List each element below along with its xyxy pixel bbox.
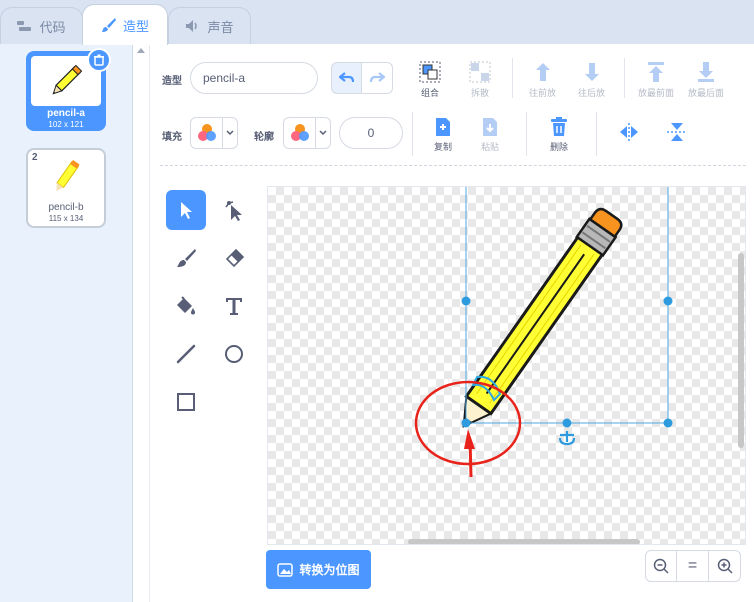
eraser-icon bbox=[225, 248, 245, 268]
paste-button[interactable]: 粘贴 bbox=[480, 116, 500, 153]
costume-item-pencil-b[interactable]: 2 pencil-b 115 x 134 bbox=[26, 148, 106, 228]
eraser-tool[interactable] bbox=[214, 238, 254, 278]
line-tool[interactable] bbox=[166, 334, 206, 374]
costume-name-input[interactable]: pencil-a bbox=[190, 62, 318, 94]
divider bbox=[512, 58, 513, 98]
zoom-in-icon bbox=[717, 558, 733, 574]
flip-horizontal-icon bbox=[620, 123, 638, 141]
circle-icon bbox=[225, 345, 243, 363]
trash-icon bbox=[94, 54, 104, 66]
paste-icon bbox=[483, 118, 497, 136]
flip-horizontal-button[interactable] bbox=[618, 122, 640, 142]
group-button[interactable]: 组合 bbox=[418, 60, 442, 99]
arrow-bottom-icon bbox=[698, 62, 714, 82]
zoom-out-button[interactable] bbox=[645, 550, 677, 582]
copy-icon bbox=[436, 118, 450, 136]
zoom-reset-button[interactable]: = bbox=[677, 550, 709, 582]
drawing-canvas[interactable] bbox=[267, 186, 746, 545]
delete-button[interactable]: 删除 bbox=[549, 116, 569, 153]
tab-code[interactable]: 代码 bbox=[0, 7, 83, 44]
code-icon bbox=[17, 20, 33, 32]
chevron-down-icon bbox=[319, 130, 327, 136]
paint-editor: 造型 pencil-a 组合 拆散 往前放 往后放 放最前面 放最后面 填充 轮… bbox=[150, 44, 754, 602]
undo-button[interactable] bbox=[331, 62, 362, 94]
costume-name: pencil-b bbox=[48, 202, 84, 213]
outline-label: 轮廓 bbox=[254, 132, 274, 143]
fill-tool[interactable] bbox=[166, 286, 206, 326]
tab-sounds[interactable]: 声音 bbox=[168, 7, 251, 44]
costume-list-scrollbar[interactable] bbox=[133, 44, 150, 602]
pencil-thumbnail-icon bbox=[56, 159, 80, 191]
arrow-top-icon bbox=[648, 62, 664, 82]
canvas-vertical-scrollbar[interactable] bbox=[738, 253, 744, 448]
fill-bucket-icon bbox=[177, 296, 195, 315]
select-tool[interactable] bbox=[166, 190, 206, 230]
ungroup-button[interactable]: 拆散 bbox=[468, 60, 492, 99]
undo-icon bbox=[338, 72, 354, 83]
rectangle-tool[interactable] bbox=[166, 382, 206, 422]
fill-color-picker[interactable] bbox=[190, 117, 238, 149]
front-button[interactable]: 放最前面 bbox=[638, 60, 674, 99]
fill-label: 填充 bbox=[162, 132, 182, 143]
rectangle-icon bbox=[177, 393, 195, 411]
delete-costume-button[interactable] bbox=[87, 48, 111, 72]
flip-vertical-icon bbox=[667, 123, 687, 141]
divider bbox=[596, 112, 597, 156]
toolbar-divider bbox=[160, 165, 746, 166]
text-icon bbox=[226, 298, 242, 315]
costume-size: 102 x 121 bbox=[48, 120, 84, 129]
redo-button[interactable] bbox=[362, 62, 393, 94]
divider bbox=[624, 58, 625, 98]
canvas-horizontal-scrollbar[interactable] bbox=[408, 539, 640, 544]
costume-item-pencil-a[interactable]: 1 pencil-a 102 x 121 bbox=[26, 48, 111, 131]
image-icon bbox=[277, 562, 294, 577]
brush-tool[interactable] bbox=[166, 238, 206, 278]
group-icon bbox=[419, 61, 441, 83]
costume-name: pencil-a bbox=[47, 108, 85, 119]
redo-icon bbox=[369, 72, 385, 83]
divider bbox=[412, 112, 413, 156]
color-swatch-icon bbox=[284, 118, 316, 148]
divider bbox=[526, 112, 527, 156]
speaker-icon bbox=[185, 19, 201, 33]
pencil-thumbnail-icon bbox=[52, 64, 83, 95]
arrow-down-icon bbox=[584, 63, 599, 81]
reshape-tool[interactable] bbox=[214, 190, 254, 230]
reshape-icon bbox=[225, 201, 242, 221]
copy-button[interactable]: 复制 bbox=[433, 116, 453, 153]
outline-color-picker[interactable] bbox=[283, 117, 331, 149]
flip-vertical-button[interactable] bbox=[666, 122, 688, 142]
convert-to-bitmap-button[interactable]: 转换为位图 bbox=[266, 550, 371, 589]
paintbrush-icon bbox=[101, 17, 117, 33]
costume-name-label: 造型 bbox=[162, 76, 182, 87]
arrow-up-icon bbox=[535, 63, 550, 81]
back-button[interactable]: 放最后面 bbox=[688, 60, 724, 99]
tab-costumes[interactable]: 造型 bbox=[82, 4, 168, 45]
costume-size: 115 x 134 bbox=[48, 214, 84, 223]
color-swatch-icon bbox=[191, 118, 223, 148]
undo-redo-group bbox=[331, 62, 393, 94]
ungroup-icon bbox=[469, 61, 491, 83]
backward-button[interactable]: 往后放 bbox=[578, 60, 605, 99]
outline-width-input[interactable]: 0 bbox=[339, 117, 403, 149]
text-tool[interactable] bbox=[214, 286, 254, 326]
trash-icon bbox=[551, 117, 567, 136]
line-icon bbox=[176, 344, 196, 364]
costume-thumbnail bbox=[30, 152, 102, 202]
forward-button[interactable]: 往前放 bbox=[529, 60, 556, 99]
chevron-down-icon bbox=[226, 130, 234, 136]
zoom-controls: = bbox=[645, 550, 741, 582]
pencil-drawing[interactable] bbox=[268, 187, 746, 545]
scroll-up-icon bbox=[137, 48, 145, 53]
zoom-in-button[interactable] bbox=[709, 550, 741, 582]
cursor-icon bbox=[181, 202, 192, 219]
circle-tool[interactable] bbox=[214, 334, 254, 374]
tab-bar: 代码 造型 声音 bbox=[0, 0, 754, 45]
brush-icon bbox=[177, 249, 196, 267]
zoom-out-icon bbox=[653, 558, 669, 574]
costume-list: 1 pencil-a 102 x 121 2 pencil-b 115 x 13… bbox=[0, 44, 133, 602]
